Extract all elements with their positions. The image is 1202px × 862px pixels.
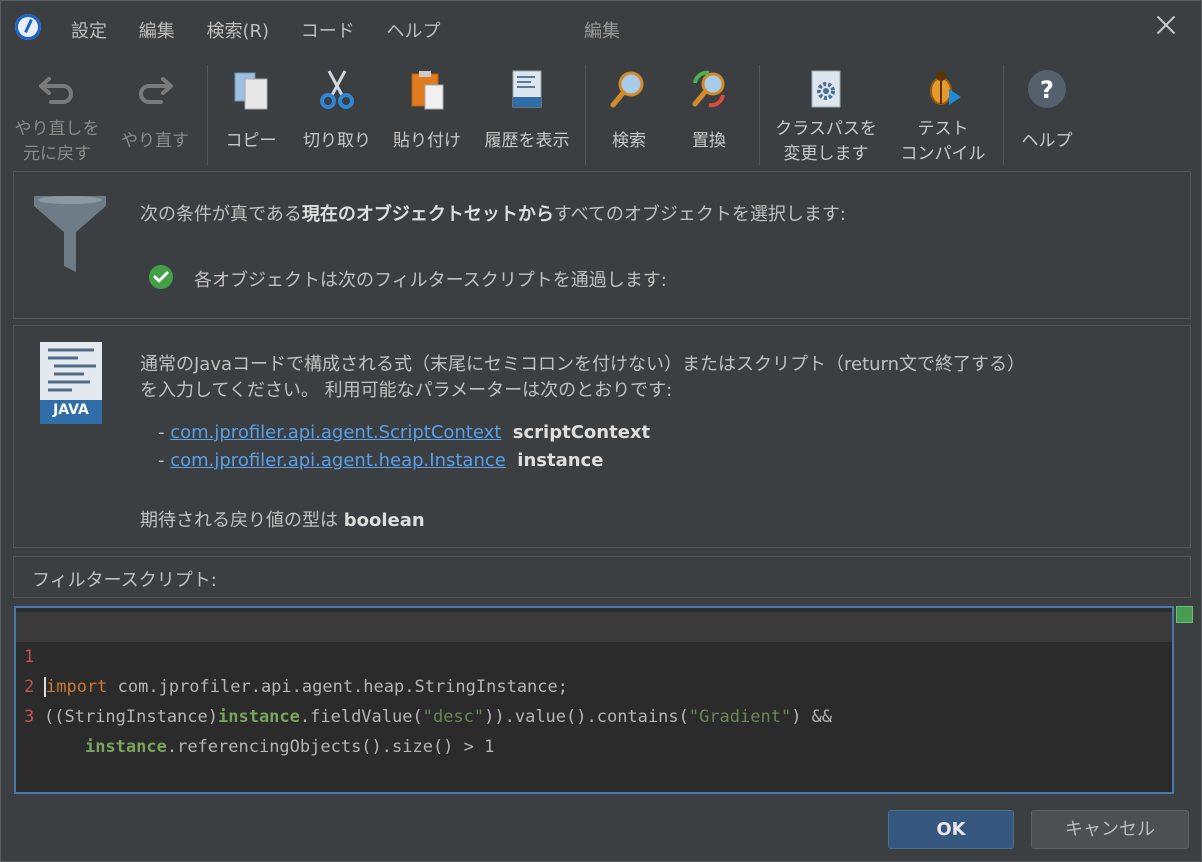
funnel-icon	[34, 196, 106, 272]
toolbar-separator	[1003, 65, 1004, 165]
change-classpath-label: クラスパスを 変更します	[775, 119, 877, 164]
test-compile-button[interactable]: テスト コンパイル	[893, 59, 993, 169]
return-type-pre: 期待される戻り値の型は	[140, 510, 338, 531]
redo-icon	[139, 77, 173, 104]
code-text-segment: ) &&	[791, 707, 833, 727]
java-badge-text: JAVA	[53, 402, 89, 418]
bug-play-icon	[930, 71, 961, 105]
filter-condition-panel: 次の条件が真である現在のオブジェクトセットからすべてのオブジェクトを選択します:…	[13, 171, 1191, 319]
window-title: 編集	[584, 21, 620, 42]
return-type-text: 期待される戻り値の型は boolean	[140, 506, 425, 532]
syntax-status-indicator	[1176, 606, 1193, 623]
code-text: ((StringInstance)instance.fieldValue("de…	[44, 702, 832, 732]
help-icon: ?	[1028, 70, 1066, 108]
menu-bar: 設定 編集 検索(R) コード ヘルプ	[71, 17, 467, 43]
code-string: "Gradient"	[688, 707, 792, 727]
app-icon	[15, 14, 41, 40]
toolbar-separator	[207, 65, 208, 165]
param-name: scriptContext	[512, 422, 651, 443]
cut-button[interactable]: 切り取り	[295, 59, 379, 169]
magnifier-icon	[610, 71, 644, 108]
title-bar: 設定 編集 検索(R) コード ヘルプ 編集	[1, 1, 1201, 57]
toolbar-separator	[585, 65, 586, 165]
undo-label: やり直しを 元に戻す	[14, 119, 100, 164]
toolbar: やり直しを 元に戻す やり直す コピー 切り取り 貼り付け 履歴を表示 検索 置…	[1, 59, 1201, 169]
code-text: instance.referencingObjects().size() > 1	[44, 732, 494, 762]
code-line: 3 instance.referencingObjects().size() >…	[16, 672, 1172, 757]
toolbar-separator	[759, 65, 760, 165]
param-row: - com.jprofiler.api.agent.heap.Instance …	[158, 450, 604, 471]
check-icon	[149, 265, 173, 289]
show-history-button[interactable]: 履歴を表示	[475, 59, 579, 169]
menu-help[interactable]: ヘルプ	[387, 21, 441, 42]
gear-file-icon	[811, 70, 841, 108]
copy-label: コピー	[225, 131, 277, 151]
replace-button[interactable]: 置換	[673, 59, 745, 169]
java-info-panel: JAVA 通常のJavaコードで構成される式（末尾にセミコロンを付けない）または…	[13, 325, 1191, 548]
script-label-panel: フィルタースクリプト:	[13, 556, 1191, 598]
line-number: 3	[24, 707, 35, 727]
menu-code[interactable]: コード	[301, 21, 355, 42]
redo-label: やり直す	[121, 131, 189, 151]
cancel-button[interactable]: キャンセル	[1031, 810, 1189, 849]
replace-icon	[692, 70, 725, 108]
change-classpath-button[interactable]: クラスパスを 変更します	[765, 59, 887, 169]
code-variable: instance	[218, 707, 300, 727]
java-description-line1: 通常のJavaコードで構成される式（末尾にセミコロンを付けない）またはスクリプト…	[140, 354, 1026, 375]
param-type-link[interactable]: com.jprofiler.api.agent.heap.Instance	[170, 450, 506, 471]
filter-text-bold: 現在のオブジェクトセットから	[301, 204, 554, 225]
filter-description: 次の条件が真である現在のオブジェクトセットからすべてのオブジェクトを選択します:	[140, 200, 846, 226]
redo-button[interactable]: やり直す	[109, 59, 201, 169]
show-history-label: 履歴を表示	[484, 131, 570, 151]
help-button[interactable]: ? ヘルプ	[1009, 59, 1085, 169]
menu-edit[interactable]: 編集	[139, 21, 175, 42]
help-label: ヘルプ	[1021, 131, 1073, 151]
menu-search[interactable]: 検索(R)	[206, 21, 269, 42]
return-type-value: boolean	[343, 510, 425, 531]
code-line: 2 ((StringInstance)instance.fieldValue("…	[16, 642, 1172, 727]
undo-button[interactable]: やり直しを 元に戻す	[5, 59, 109, 169]
svg-text:?: ?	[1040, 76, 1054, 104]
param-name: instance	[517, 450, 604, 471]
param-type-link[interactable]: com.jprofiler.api.agent.ScriptContext	[170, 422, 501, 443]
code-text-segment: .referencingObjects().size() > 1	[166, 737, 495, 757]
condition-text: 各オブジェクトは次のフィルタースクリプトを通過します:	[194, 270, 667, 291]
find-button[interactable]: 検索	[593, 59, 665, 169]
script-editor[interactable]: 1 import com.jprofiler.api.agent.heap.St…	[14, 606, 1174, 794]
clipboard-icon	[411, 71, 444, 110]
param-row: - com.jprofiler.api.agent.ScriptContext …	[158, 422, 651, 443]
script-label: フィルタースクリプト:	[32, 570, 217, 591]
ok-button[interactable]: OK	[888, 810, 1014, 849]
copy-button[interactable]: コピー	[213, 59, 289, 169]
scissors-icon	[320, 70, 354, 109]
edit-dialog: 設定 編集 検索(R) コード ヘルプ 編集 やり直しを 元に戻す やり直す コ…	[0, 0, 1202, 862]
copy-icon	[234, 72, 268, 110]
cut-label: 切り取り	[303, 131, 371, 151]
paste-label: 貼り付け	[393, 131, 461, 151]
code-text-segment: .fieldValue(	[299, 707, 423, 727]
code-text-segment: )).value().contains(	[484, 707, 689, 727]
code-variable: instance	[84, 737, 167, 757]
menu-settings[interactable]: 設定	[71, 21, 107, 42]
filter-text-post: すべてのオブジェクトを選択します:	[553, 204, 846, 225]
code-string: "desc"	[422, 707, 485, 727]
test-compile-label: テスト コンパイル	[900, 119, 986, 164]
find-label: 検索	[612, 131, 646, 151]
undo-icon	[39, 77, 73, 104]
java-description-line2: を入力してください。 利用可能なパラメーターは次のとおりです:	[140, 380, 673, 401]
code-line: 1 import com.jprofiler.api.agent.heap.St…	[16, 612, 1172, 697]
paste-button[interactable]: 貼り付け	[385, 59, 469, 169]
close-icon[interactable]	[1154, 13, 1178, 37]
filter-text-pre: 次の条件が真である	[140, 204, 302, 225]
replace-label: 置換	[692, 131, 726, 151]
java-file-icon	[512, 70, 542, 108]
